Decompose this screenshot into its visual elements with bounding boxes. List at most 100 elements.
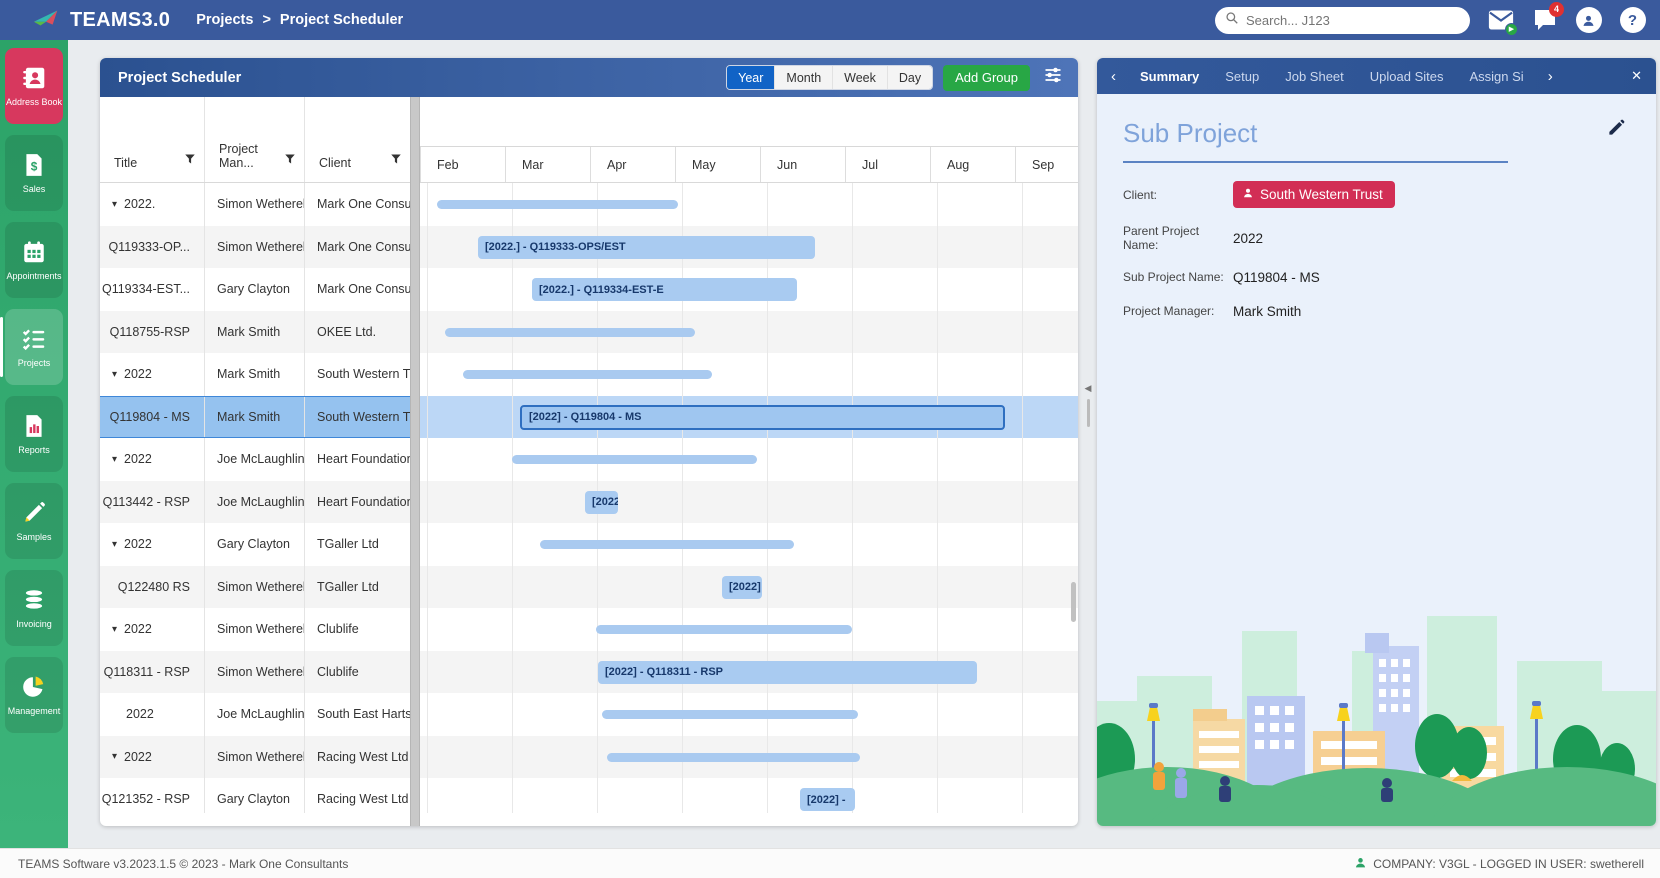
- mail-status-badge: ▶: [1505, 22, 1518, 36]
- table-row-2022-8[interactable]: ▾ 2022 Gary Clayton TGaller Ltd: [100, 523, 410, 566]
- row-title: Q119333-OP...: [108, 239, 190, 254]
- field-value: 2022: [1233, 230, 1264, 246]
- tab-setup[interactable]: Setup: [1225, 69, 1259, 84]
- city-illustration: [1097, 591, 1656, 826]
- row-manager-cell: Simon Wetherell: [205, 735, 305, 778]
- sidebar-item-sales[interactable]: $ Sales: [5, 135, 63, 211]
- table-row-q119334-est-2[interactable]: Q119334-EST... Gary Clayton Mark One Consu…: [100, 268, 410, 311]
- table-row-q122480-rs-9[interactable]: Q122480 RS Simon Wetherell TGaller Ltd: [100, 565, 410, 608]
- sidebar-item-invoicing[interactable]: Invoicing: [5, 570, 63, 646]
- row-title-cell: ▾ 2022.: [100, 183, 205, 226]
- gantt-bar-labeled[interactable]: [2022]: [585, 490, 618, 514]
- gantt-bar[interactable]: [540, 540, 794, 549]
- row-expand-caret-icon[interactable]: ▾: [112, 624, 117, 635]
- table-row-2022-13[interactable]: ▾ 2022 Simon Wetherell Racing West Ltd: [100, 735, 410, 778]
- row-title: Q118755-RSP: [109, 324, 190, 339]
- tabs-forward-button[interactable]: ›: [1548, 69, 1553, 84]
- breadcrumb-projects[interactable]: Projects: [196, 12, 253, 28]
- gantt-bar[interactable]: [463, 370, 712, 379]
- tabs-back-button[interactable]: ‹: [1111, 69, 1116, 84]
- row-client-cell: OKEE Ltd.: [317, 324, 377, 339]
- pane-splitter[interactable]: [410, 97, 420, 826]
- sidebar-item-reports[interactable]: Reports: [5, 396, 63, 472]
- row-client-cell: TGaller Ltd: [317, 537, 379, 552]
- table-row-2022-4[interactable]: ▾ 2022 Mark Smith South Western Trust: [100, 353, 410, 396]
- row-manager-cell: Mark Smith: [205, 353, 305, 396]
- vertical-scrollbar[interactable]: [1071, 582, 1076, 622]
- filter-icon[interactable]: [284, 152, 296, 170]
- tab-assign-si[interactable]: Assign Si: [1470, 69, 1524, 84]
- edit-button[interactable]: [1607, 118, 1626, 142]
- tab-summary[interactable]: Summary: [1140, 69, 1199, 84]
- table-row-q119333-op-1[interactable]: Q119333-OP... Simon Wetherell Mark One Con…: [100, 225, 410, 268]
- month-header-jul: Jul: [845, 147, 930, 182]
- sidebar-item-address-book[interactable]: Address Book: [5, 48, 63, 124]
- user-button[interactable]: [1575, 7, 1602, 34]
- row-expand-caret-icon[interactable]: ▾: [112, 369, 117, 380]
- table-row-q121352-rsp-14[interactable]: Q121352 - RSP Gary Clayton Racing West Ltd: [100, 778, 410, 813]
- gantt-bar[interactable]: [437, 200, 678, 209]
- column-label: Project Man...: [219, 142, 258, 170]
- mail-button[interactable]: ▶: [1487, 7, 1518, 36]
- panel-collapse-handle[interactable]: ◀: [1081, 384, 1095, 427]
- field-value: Mark Smith: [1233, 303, 1302, 319]
- app-logo[interactable]: TEAMS3.0: [32, 6, 170, 35]
- table-row-q118755-rsp-3[interactable]: Q118755-RSP Mark Smith OKEE Ltd.: [100, 310, 410, 353]
- gantt-bar-selected[interactable]: [2022] - Q119804 - MS: [520, 404, 1005, 430]
- tab-upload-sites[interactable]: Upload Sites: [1370, 69, 1444, 84]
- sidebar-item-management[interactable]: Management: [5, 657, 63, 733]
- row-title-cell: ▾ 2022: [100, 438, 205, 481]
- sidebar-item-samples[interactable]: Samples: [5, 483, 63, 559]
- pencil-icon: [1607, 119, 1626, 141]
- view-button-day[interactable]: Day: [887, 66, 933, 89]
- sidebar-item-projects[interactable]: Projects: [0, 309, 63, 385]
- gantt-bar-labeled[interactable]: [2022] -: [722, 575, 762, 599]
- client-badge[interactable]: South Western Trust: [1233, 181, 1395, 208]
- gantt-bar-labeled[interactable]: [2022] - Q118311 - RSP: [598, 660, 977, 684]
- help-button[interactable]: ?: [1619, 7, 1646, 34]
- row-title-cell: 2022: [100, 693, 205, 736]
- table-row-2022-12[interactable]: 2022 Joe McLaughlin South East Harts: [100, 693, 410, 736]
- sidebar-item-appointments[interactable]: Appointments: [5, 222, 63, 298]
- scheduler-settings-button[interactable]: [1040, 65, 1066, 91]
- footer-version-text: TEAMS Software v3.2023.1.5 © 2023 - Mark…: [18, 856, 349, 871]
- gantt-bar[interactable]: [602, 710, 858, 719]
- sidebar-item-label: Management: [7, 706, 61, 716]
- table-row-2022-6[interactable]: ▾ 2022 Joe McLaughlin Heart Foundation: [100, 438, 410, 481]
- invoicing-icon: [21, 587, 47, 613]
- filter-icon[interactable]: [184, 152, 196, 170]
- month-header-apr: Apr: [590, 147, 675, 182]
- sidebar-item-label: Reports: [18, 445, 50, 455]
- row-title: 2022: [124, 537, 152, 552]
- gantt-bar[interactable]: [445, 327, 695, 337]
- sidebar-item-label: Samples: [16, 532, 52, 542]
- view-button-week[interactable]: Week: [833, 66, 888, 89]
- gantt-bar[interactable]: [512, 455, 757, 464]
- gantt-bar-labeled[interactable]: [2022.] - Q119334-EST-E: [532, 278, 797, 301]
- reports-icon: [21, 413, 47, 439]
- panel-title: Sub Project: [1123, 118, 1258, 148]
- tab-job-sheet[interactable]: Job Sheet: [1285, 69, 1344, 84]
- table-row-q113442-rsp-7[interactable]: Q113442 - RSP Joe McLaughlin Heart Foundat…: [100, 480, 410, 523]
- gantt-bar-labeled[interactable]: [2022.] - Q119333-OPS/EST: [478, 235, 815, 259]
- row-expand-caret-icon[interactable]: ▾: [112, 199, 117, 210]
- table-row-2022-10[interactable]: ▾ 2022 Simon Wetherell Clublife: [100, 608, 410, 651]
- search-input[interactable]: [1246, 12, 1460, 28]
- gantt-bar[interactable]: [596, 625, 852, 634]
- chat-button[interactable]: 4: [1531, 1, 1564, 34]
- table-row-q118311-rsp-11[interactable]: Q118311 - RSP Simon Wetherell Clublife: [100, 650, 410, 693]
- row-expand-caret-icon[interactable]: ▾: [112, 454, 117, 465]
- view-button-year[interactable]: Year: [727, 66, 776, 89]
- gantt-bar-labeled[interactable]: [2022] -: [800, 788, 855, 811]
- row-expand-caret-icon[interactable]: ▾: [112, 539, 117, 550]
- row-title: Q119334-EST...: [101, 282, 190, 297]
- panel-close-button[interactable]: ✕: [1631, 68, 1642, 84]
- filter-icon[interactable]: [390, 152, 402, 170]
- view-button-month[interactable]: Month: [775, 66, 834, 89]
- table-row-q119804-ms-5[interactable]: Q119804 - MS Mark Smith South Western Trus…: [100, 395, 410, 438]
- month-header-mar: Mar: [505, 147, 590, 182]
- add-group-button[interactable]: Add Group: [943, 64, 1030, 91]
- gantt-bar[interactable]: [607, 752, 860, 762]
- table-row-2022-0[interactable]: ▾ 2022. Simon Wetherell Mark One Consultant…: [100, 183, 410, 226]
- row-expand-caret-icon[interactable]: ▾: [112, 751, 117, 762]
